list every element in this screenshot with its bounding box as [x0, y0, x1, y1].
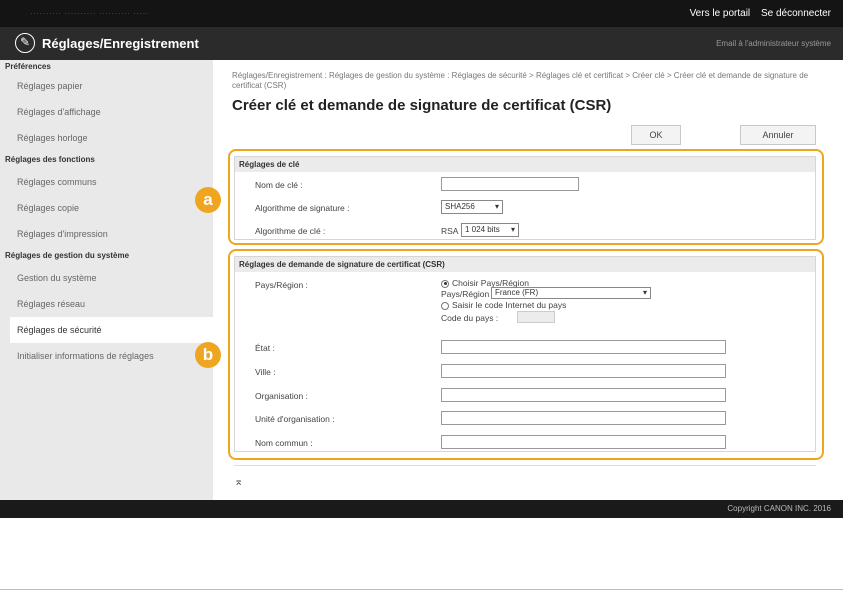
divider	[234, 465, 816, 466]
portal-link[interactable]: Vers le portail	[690, 8, 751, 19]
sidebar-item-common-settings[interactable]: Réglages communs	[0, 169, 213, 195]
top-bar: ·········· ·········· ·········· ····· V…	[0, 0, 843, 27]
sidebar-item-clock-settings[interactable]: Réglages horloge	[0, 125, 213, 151]
sidebar-item-copy-settings[interactable]: Réglages copie	[0, 195, 213, 221]
sidebar-group-function-settings: Réglages des fonctions	[5, 155, 95, 164]
sidebar-item-paper-settings[interactable]: Réglages papier	[0, 73, 213, 99]
sidebar-item-system-management[interactable]: Gestion du système	[0, 265, 213, 291]
ok-button[interactable]: OK	[631, 125, 681, 145]
settings-register-icon: ✎	[15, 33, 35, 53]
highlight-csr-settings	[228, 249, 824, 460]
sidebar-item-initialize-settings[interactable]: Initialiser informations de réglages	[0, 343, 213, 369]
sidebar-group-preferences: Préférences	[5, 62, 51, 71]
logout-link[interactable]: Se déconnecter	[761, 8, 831, 19]
sidebar-item-display-settings[interactable]: Réglages d'affichage	[0, 99, 213, 125]
sidebar-item-print-settings[interactable]: Réglages d'impression	[0, 221, 213, 247]
footer: Copyright CANON INC. 2016	[0, 500, 843, 518]
sidebar: Préférences Réglages papier Réglages d'a…	[0, 60, 213, 500]
sidebar-item-network-settings[interactable]: Réglages réseau	[0, 291, 213, 317]
cancel-button[interactable]: Annuler	[740, 125, 816, 145]
back-to-top-icon[interactable]: ⌅	[234, 475, 243, 488]
callout-b: b	[195, 342, 221, 368]
breadcrumb: Réglages/Enregistrement : Réglages de ge…	[232, 71, 809, 90]
blank-area	[0, 518, 843, 590]
top-links: Vers le portail Se déconnecter	[682, 8, 831, 19]
title-bar: ✎ Réglages/Enregistrement Email à l'admi…	[0, 27, 843, 60]
sidebar-group-system-management: Réglages de gestion du système	[5, 251, 130, 260]
callout-a: a	[195, 187, 221, 213]
sidebar-item-security-settings[interactable]: Réglages de sécurité	[10, 317, 213, 343]
admin-email-link[interactable]: Email à l'administrateur système	[716, 39, 831, 48]
copyright-text: Copyright CANON INC. 2016	[727, 504, 831, 513]
device-name-blurred: ·········· ·········· ·········· ·····	[30, 9, 149, 18]
app-title: Réglages/Enregistrement	[42, 36, 199, 51]
page-title: Créer clé et demande de signature de cer…	[232, 97, 612, 114]
highlight-key-settings	[228, 149, 824, 245]
